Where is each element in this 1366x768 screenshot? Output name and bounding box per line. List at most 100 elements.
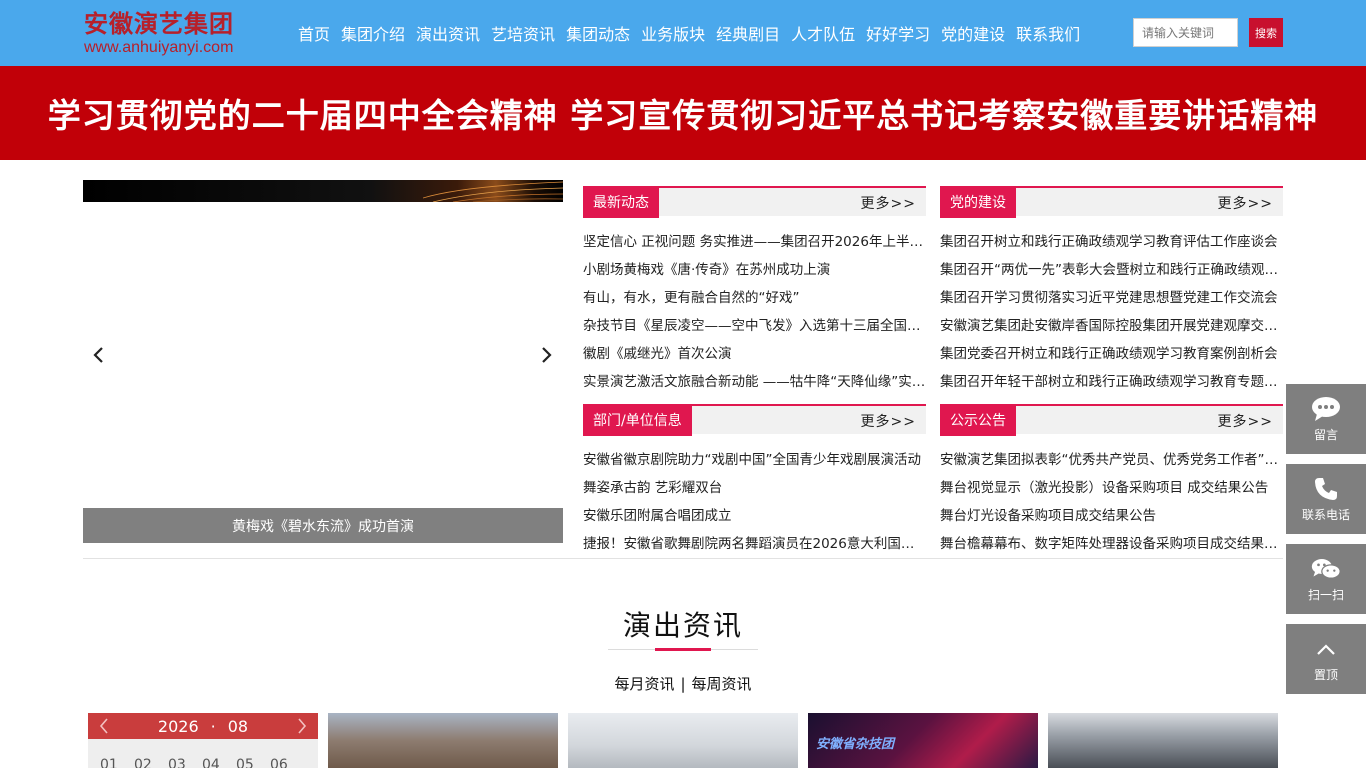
calendar-year: 2026 bbox=[157, 716, 199, 736]
site-logo[interactable]: 安徽演艺集团 www.anhuiyanyi.com bbox=[84, 10, 244, 60]
list-item[interactable]: 徽剧《戚继光》首次公演 bbox=[583, 340, 926, 368]
search-button[interactable]: 搜索 bbox=[1249, 18, 1283, 47]
public-notice-panel: 公示公告 更多>> 安徽演艺集团拟表彰“优秀共产党员、优秀党务工作者”名单公示 … bbox=[940, 404, 1283, 558]
banner-text: 学习贯彻党的二十届四中全会精神 学习宣传贯彻习近平总书记考察安徽重要讲话精神 bbox=[47, 96, 1319, 135]
list-item[interactable]: 安徽省徽京剧院助力“戏剧中国”全国青少年戏剧展演活动 bbox=[583, 446, 926, 474]
performance-thumbnail[interactable] bbox=[1048, 713, 1278, 768]
nav-training[interactable]: 艺培资讯 bbox=[491, 21, 555, 45]
list-item[interactable]: 集团党委召开树立和践行正确政绩观学习教育案例剖析会 bbox=[940, 340, 1283, 368]
panel-title[interactable]: 最新动态 bbox=[583, 186, 659, 218]
more-link[interactable]: 更多>> bbox=[861, 406, 916, 436]
calendar-day[interactable]: 04 bbox=[202, 757, 236, 768]
nav-performances[interactable]: 演出资讯 bbox=[416, 21, 480, 45]
slide-image[interactable] bbox=[83, 180, 563, 202]
main-nav: 首页 集团介绍 演出资讯 艺培资讯 集团动态 业务版块 经典剧目 人才队伍 好好… bbox=[298, 0, 1091, 66]
phone-label: 联系电话 bbox=[1301, 507, 1350, 522]
search-input[interactable] bbox=[1133, 18, 1238, 47]
nav-about[interactable]: 集团介绍 bbox=[341, 21, 405, 45]
event-calendar: 2026 · 08 01 02 03 04 05 06 bbox=[88, 713, 318, 768]
panel-header: 部门/单位信息 更多>> bbox=[583, 404, 926, 436]
scan-qr-button[interactable]: 扫一扫 bbox=[1286, 544, 1366, 614]
calendar-days: 01 02 03 04 05 06 bbox=[88, 757, 318, 768]
performance-thumbnail[interactable] bbox=[568, 713, 798, 768]
calendar-day[interactable]: 06 bbox=[270, 757, 304, 768]
message-button[interactable]: 留言 bbox=[1286, 384, 1366, 454]
panel-header: 党的建设 更多>> bbox=[940, 186, 1283, 218]
list-item[interactable]: 捷报！安徽省歌舞剧院两名舞蹈演员在2026意大利国际舞蹈比赛获奖 bbox=[583, 530, 926, 558]
section-tabs: 每月资讯 | 每周资讯 bbox=[0, 673, 1366, 694]
more-link[interactable]: 更多>> bbox=[1218, 188, 1273, 218]
back-to-top-button[interactable]: 置顶 bbox=[1286, 624, 1366, 694]
section-divider bbox=[83, 558, 1283, 559]
panel-title[interactable]: 部门/单位信息 bbox=[583, 404, 692, 436]
thumbnail-logo-text: 安徽省杂技团 bbox=[816, 737, 895, 752]
nav-home[interactable]: 首页 bbox=[298, 21, 330, 45]
calendar-day[interactable]: 02 bbox=[134, 757, 168, 768]
tab-monthly[interactable]: 每月资讯 bbox=[614, 675, 674, 693]
chevron-up-icon bbox=[1311, 636, 1341, 662]
list-item[interactable]: 小剧场黄梅戏《唐·传奇》在苏州成功上演 bbox=[583, 256, 926, 284]
slide-light-streaks bbox=[423, 181, 563, 202]
list-item[interactable]: 杂技节目《星辰凌空——空中飞发》入选第十三届全国杂技展演 bbox=[583, 312, 926, 340]
list-item[interactable]: 集团召开年轻干部树立和践行正确政绩观学习教育专题座谈会 bbox=[940, 368, 1283, 396]
calendar-day[interactable]: 05 bbox=[236, 757, 270, 768]
scan-label: 扫一扫 bbox=[1307, 587, 1344, 602]
performance-thumbnail[interactable] bbox=[328, 713, 558, 768]
performance-thumbnail[interactable]: 安徽省杂技团 bbox=[808, 713, 1038, 768]
tab-weekly[interactable]: 每周资讯 bbox=[692, 675, 752, 693]
slide-caption[interactable]: 黄梅戏《碧水东流》成功首演 bbox=[83, 508, 563, 543]
top-label: 置顶 bbox=[1313, 667, 1338, 682]
site-header: 安徽演艺集团 www.anhuiyanyi.com 首页 集团介绍 演出资讯 艺… bbox=[0, 0, 1366, 66]
contact-phone-button[interactable]: 联系电话 bbox=[1286, 464, 1366, 534]
logo-url: www.anhuiyanyi.com bbox=[84, 39, 234, 56]
list-item[interactable]: 有山，有水，更有融合自然的“好戏” bbox=[583, 284, 926, 312]
chevron-left-icon[interactable] bbox=[94, 713, 114, 739]
wechat-icon bbox=[1311, 556, 1341, 582]
list-item[interactable]: 安徽乐团附属合唱团成立 bbox=[583, 502, 926, 530]
chevron-right-icon[interactable] bbox=[292, 713, 312, 739]
list-item[interactable]: 实景演艺激活文旅融合新动能 ——牯牛降“天降仙缘”实景演出 bbox=[583, 368, 926, 396]
nav-repertoire[interactable]: 经典剧目 bbox=[716, 21, 780, 45]
latest-news-panel: 最新动态 更多>> 坚定信心 正视问题 务实推进——集团召开2026年上半年工作… bbox=[583, 186, 926, 396]
section-title: 演出资讯 bbox=[622, 609, 743, 642]
logo-title: 安徽演艺集团 bbox=[84, 9, 234, 38]
nav-business[interactable]: 业务版块 bbox=[641, 21, 705, 45]
news-list: 集团召开树立和践行正确政绩观学习教育评估工作座谈会 集团召开“两优一先”表彰大会… bbox=[940, 228, 1283, 396]
list-item[interactable]: 安徽演艺集团拟表彰“优秀共产党员、优秀党务工作者”名单公示 bbox=[940, 446, 1283, 474]
list-item[interactable]: 集团召开树立和践行正确政绩观学习教育评估工作座谈会 bbox=[940, 228, 1283, 256]
nav-study[interactable]: 好好学习 bbox=[866, 21, 930, 45]
chevron-left-icon[interactable] bbox=[83, 340, 113, 370]
list-item[interactable]: 舞姿承古韵 艺彩耀双台 bbox=[583, 474, 926, 502]
news-list: 安徽省徽京剧院助力“戏剧中国”全国青少年戏剧展演活动 舞姿承古韵 艺彩耀双台 安… bbox=[583, 446, 926, 558]
calendar-month: 08 bbox=[227, 716, 249, 736]
chat-bubble-icon bbox=[1311, 396, 1341, 422]
message-label: 留言 bbox=[1313, 427, 1338, 442]
tab-separator: | bbox=[680, 675, 686, 693]
news-list: 安徽演艺集团拟表彰“优秀共产党员、优秀党务工作者”名单公示 舞台视觉显示（激光投… bbox=[940, 446, 1283, 558]
calendar-day[interactable]: 03 bbox=[168, 757, 202, 768]
chevron-right-icon[interactable] bbox=[532, 340, 562, 370]
list-item[interactable]: 安徽演艺集团赴安徽岸香国际控股集团开展党建观摩交流活动 bbox=[940, 312, 1283, 340]
nav-contact[interactable]: 联系我们 bbox=[1016, 21, 1080, 45]
calendar-separator: · bbox=[210, 716, 216, 736]
image-slider: 黄梅戏《碧水东流》成功首演 bbox=[83, 180, 563, 543]
panel-header: 最新动态 更多>> bbox=[583, 186, 926, 218]
list-item[interactable]: 集团召开学习贯彻落实习近平党建思想暨党建工作交流会 bbox=[940, 284, 1283, 312]
nav-talent[interactable]: 人才队伍 bbox=[791, 21, 855, 45]
list-item[interactable]: 集团召开“两优一先”表彰大会暨树立和践行正确政绩观学习教育 bbox=[940, 256, 1283, 284]
phone-icon bbox=[1311, 476, 1341, 502]
panel-title[interactable]: 党的建设 bbox=[940, 186, 1016, 218]
section-underline-accent bbox=[655, 648, 711, 651]
more-link[interactable]: 更多>> bbox=[861, 188, 916, 218]
calendar-day[interactable]: 01 bbox=[100, 757, 134, 768]
calendar-header: 2026 · 08 bbox=[88, 713, 318, 739]
list-item[interactable]: 舞台灯光设备采购项目成交结果公告 bbox=[940, 502, 1283, 530]
list-item[interactable]: 坚定信心 正视问题 务实推进——集团召开2026年上半年工作总结会 bbox=[583, 228, 926, 256]
list-item[interactable]: 舞台檐幕幕布、数字矩阵处理器设备采购项目成交结果公告 bbox=[940, 530, 1283, 558]
nav-party[interactable]: 党的建设 bbox=[941, 21, 1005, 45]
nav-news[interactable]: 集团动态 bbox=[566, 21, 630, 45]
list-item[interactable]: 舞台视觉显示（激光投影）设备采购项目 成交结果公告 bbox=[940, 474, 1283, 502]
theme-banner: 学习贯彻党的二十届四中全会精神 学习宣传贯彻习近平总书记考察安徽重要讲话精神 bbox=[0, 66, 1366, 160]
panel-title[interactable]: 公示公告 bbox=[940, 404, 1016, 436]
more-link[interactable]: 更多>> bbox=[1218, 406, 1273, 436]
